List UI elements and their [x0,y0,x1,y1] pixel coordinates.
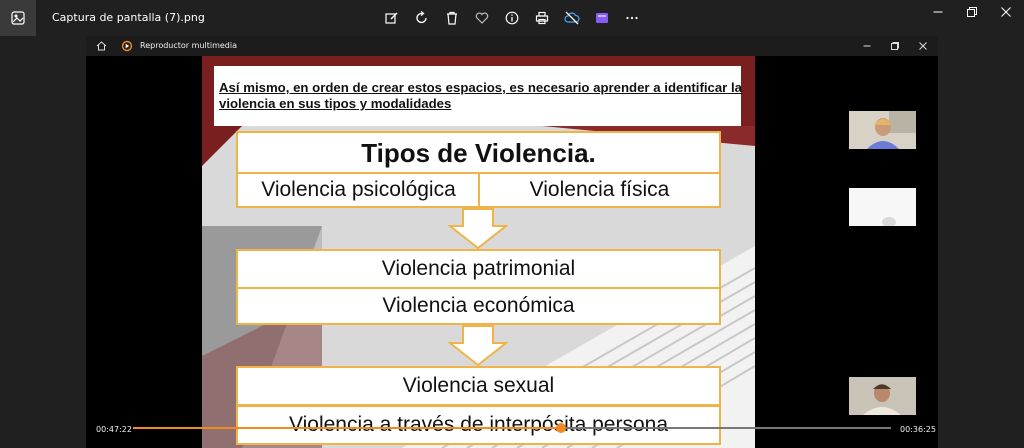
window-title: Captura de pantalla (7).png [52,11,205,24]
media-player-logo-icon [120,40,134,52]
info-icon[interactable] [503,9,521,27]
participant-video-3[interactable] [849,377,916,415]
down-arrow-icon [448,325,508,367]
favorite-heart-icon[interactable] [473,9,491,27]
violence-type-label: Violencia patrimonial [381,257,576,280]
violence-type-label: Violencia sexual [402,374,555,397]
violence-type-box: Violencia psicológica [236,172,481,208]
participant-video-2[interactable] [849,188,916,226]
remaining-time: 00:36:25 [900,425,936,434]
violence-type-box: Violencia sexual [236,366,721,406]
cloud-off-icon[interactable] [563,9,581,27]
media-player-window: Reproductor multimedia Así mismo, en ord… [86,36,938,448]
seek-bar[interactable] [133,423,891,433]
player-minimize-icon[interactable] [860,40,874,52]
participant-avatar [849,111,916,149]
seek-bar-progress [133,427,562,429]
down-arrow-icon [448,208,508,250]
photos-app-icon [0,0,36,36]
presentation-slide: Así mismo, en orden de crear estos espac… [202,56,755,448]
violence-type-label: Violencia física [529,178,670,201]
violence-type-box: Violencia económica [236,287,721,325]
print-icon[interactable] [533,9,551,27]
minimize-icon[interactable] [920,0,956,24]
current-time: 00:47:22 [96,425,132,434]
slide-intro-text: Así mismo, en orden de crear estos espac… [219,80,742,111]
delete-icon[interactable] [443,9,461,27]
violence-type-box: Violencia física [478,172,721,208]
close-icon[interactable] [988,0,1024,24]
rotate-icon[interactable] [413,9,431,27]
participant-avatar [849,188,916,226]
slide-heading: Tipos de Violencia. [361,137,596,168]
restore-icon[interactable] [954,0,990,24]
player-restore-icon[interactable] [888,40,902,52]
participant-avatar [849,377,916,415]
participant-video-1[interactable] [849,111,916,149]
photos-title-bar: Captura de pantalla (7).png [0,0,1024,36]
slide-header-accent [741,56,755,126]
video-editor-icon[interactable] [593,9,611,27]
edit-image-icon[interactable] [383,9,401,27]
slide-heading-box: Tipos de Violencia. [236,131,721,175]
more-options-icon[interactable] [623,9,641,27]
media-player-title-bar: Reproductor multimedia [86,36,938,56]
player-close-icon[interactable] [916,40,930,52]
slide-header-accent [202,56,755,66]
violence-type-box: Violencia patrimonial [236,249,721,289]
violence-type-label: Violencia económica [382,294,575,317]
slide-header-accent [202,56,214,126]
media-player-title: Reproductor multimedia [140,41,237,50]
violence-type-label: Violencia psicológica [261,178,456,201]
home-icon[interactable] [94,40,108,52]
seek-thumb[interactable] [556,423,567,433]
playback-controls: 00:47:22 00:36:25 [86,416,938,448]
